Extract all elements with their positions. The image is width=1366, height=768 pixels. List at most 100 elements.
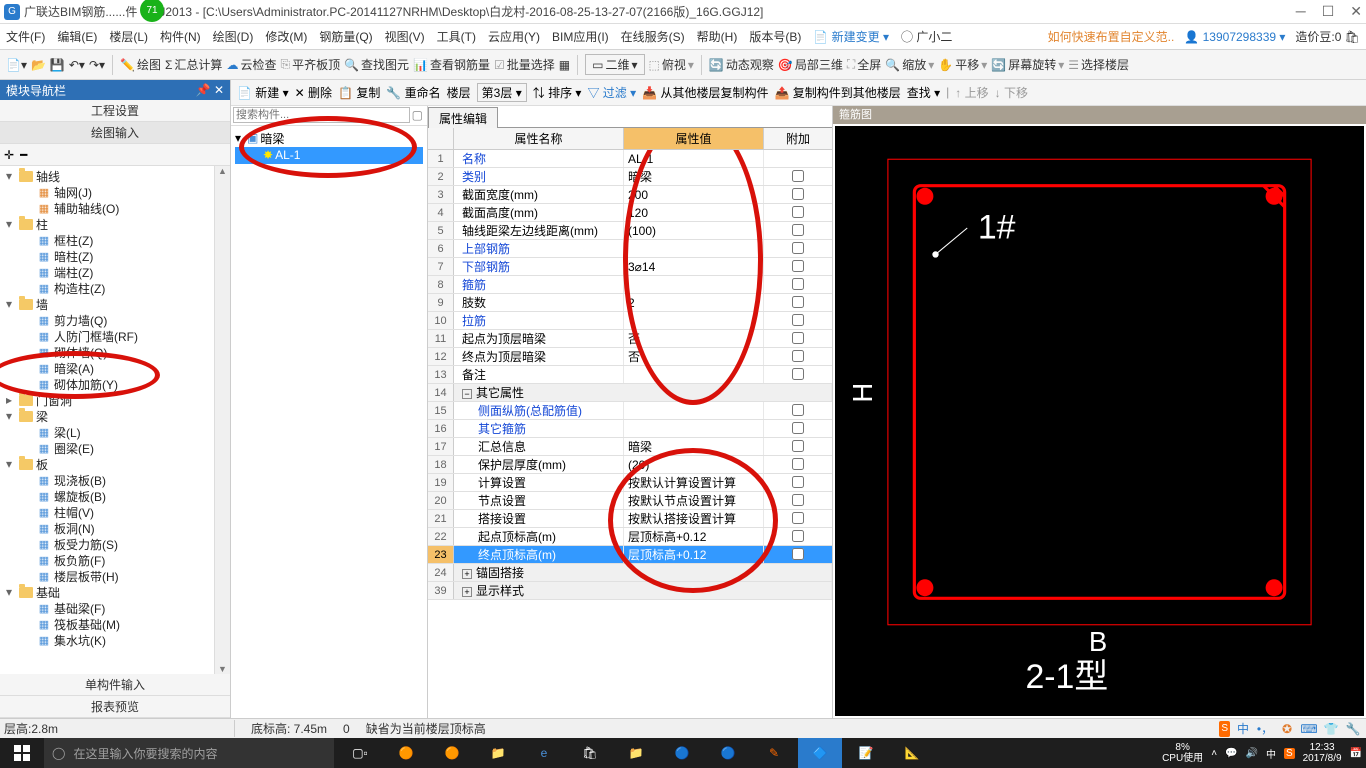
app-icon-edge[interactable]: e [522, 738, 566, 768]
tree-node[interactable]: ▦梁(L) [2, 424, 212, 440]
tree-node[interactable]: ▾梁 [2, 408, 212, 424]
tree-node[interactable]: ▦人防门框墙(RF) [2, 328, 212, 344]
cloud-check-button[interactable]: ☁ 云检查 [226, 56, 276, 73]
component-tree[interactable]: ▾轴线▦轴网(J)▦辅助轴线(O)▾柱▦框柱(Z)▦暗柱(Z)▦端柱(Z)▦构造… [0, 166, 214, 674]
tray-chevron-icon[interactable]: ˄ [1211, 748, 1217, 759]
tree-node[interactable]: ▦框柱(Z) [2, 232, 212, 248]
status-icon-2[interactable]: •， [1256, 721, 1274, 737]
tab-single-input[interactable]: 单构件输入 [0, 674, 230, 696]
tab-draw-input[interactable]: 绘图输入 [0, 122, 230, 144]
menu-floor[interactable]: 楼层(L) [109, 28, 148, 45]
tree-node[interactable]: ▦螺旋板(B) [2, 488, 212, 504]
prop-row[interactable]: 10拉筋 [428, 312, 832, 330]
search-clear-icon[interactable]: ▢ [410, 108, 425, 122]
tree-node[interactable]: ▦砌体墙(Q) [2, 344, 212, 360]
tree-node[interactable]: ▾柱 [2, 216, 212, 232]
status-icon-4[interactable]: ⌨ [1300, 721, 1318, 737]
app-icon-store[interactable]: 🛍 [568, 738, 612, 768]
app-icon-2[interactable]: 🟠 [430, 738, 474, 768]
tree-node[interactable]: ▦暗梁(A) [2, 360, 212, 376]
prop-row[interactable]: 1名称AL-1 [428, 150, 832, 168]
find-element-button[interactable]: 🔍 查找图元 [344, 56, 409, 73]
zoom-button[interactable]: 🔍 缩放 ▾ [885, 56, 934, 73]
prop-row[interactable]: 18保护层厚度(mm)(20) [428, 456, 832, 474]
close-button[interactable]: ✕ [1350, 3, 1362, 20]
prop-addon-checkbox[interactable] [792, 458, 804, 470]
2d-select[interactable]: ▭ 二维 ▾ [585, 54, 644, 75]
open-icon[interactable]: 📂 [31, 58, 46, 72]
tree-node[interactable]: ▦暗柱(Z) [2, 248, 212, 264]
floor-select[interactable]: 第3层 ▾ [477, 83, 527, 102]
prop-addon-checkbox[interactable] [792, 476, 804, 488]
collapse-icon[interactable]: ━ [20, 148, 27, 162]
prop-row[interactable]: 21搭接设置按默认搭接设置计算 [428, 510, 832, 528]
app-icon-explorer[interactable]: 📁 [614, 738, 658, 768]
tree-node[interactable]: ▦现浇板(B) [2, 472, 212, 488]
tree-node[interactable]: ▦圈梁(E) [2, 440, 212, 456]
new-file-icon[interactable]: 📄▾ [6, 58, 27, 72]
ime-indicator[interactable]: S [1219, 721, 1230, 737]
filter-button[interactable]: ▽ 过滤 ▾ [587, 84, 636, 101]
cpu-meter[interactable]: 8%CPU使用 [1162, 742, 1203, 764]
pan-button[interactable]: ✋ 平移 ▾ [938, 56, 987, 73]
top-view-button[interactable]: ⬚ 俯视 ▾ [649, 56, 694, 73]
find-button[interactable]: 查找 ▾ [907, 84, 940, 101]
app-icon-5[interactable]: 🔵 [660, 738, 704, 768]
prop-row[interactable]: 14−其它属性 [428, 384, 832, 402]
prop-addon-checkbox[interactable] [792, 512, 804, 524]
prop-row[interactable]: 17汇总信息暗梁 [428, 438, 832, 456]
prop-row[interactable]: 3截面宽度(mm)200 [428, 186, 832, 204]
tree-node[interactable]: ▦剪力墙(Q) [2, 312, 212, 328]
prop-addon-checkbox[interactable] [792, 494, 804, 506]
menu-draw[interactable]: 绘图(D) [213, 28, 254, 45]
prop-addon-checkbox[interactable] [792, 260, 804, 272]
tab-project-settings[interactable]: 工程设置 [0, 100, 230, 122]
preview-canvas[interactable]: 1# H B 2-1型 [835, 126, 1364, 716]
tree-scrollbar[interactable]: ▲▼ [214, 166, 230, 674]
prop-addon-checkbox[interactable] [792, 422, 804, 434]
new-button[interactable]: 📄 新建 ▾ [237, 84, 289, 101]
tray-action-icon[interactable]: 💬 [1225, 748, 1237, 759]
prop-row[interactable]: 11起点为顶层暗梁否 [428, 330, 832, 348]
app-icon-7[interactable]: ✎ [752, 738, 796, 768]
prop-row[interactable]: 24+锚固搭接 [428, 564, 832, 582]
tree-node[interactable]: ▦砌体加筋(Y) [2, 376, 212, 392]
app-icon-6[interactable]: 🔵 [706, 738, 750, 768]
prop-addon-checkbox[interactable] [792, 242, 804, 254]
prop-addon-checkbox[interactable] [792, 278, 804, 290]
status-icon-3[interactable]: ✪ [1278, 721, 1296, 737]
tree-node[interactable]: ▦轴网(J) [2, 184, 212, 200]
prop-row[interactable]: 8箍筋 [428, 276, 832, 294]
prop-addon-checkbox[interactable] [792, 332, 804, 344]
tab-report-preview[interactable]: 报表预览 [0, 696, 230, 718]
select-floor-button[interactable]: ☰ 选择楼层 [1068, 56, 1129, 73]
tree-node[interactable]: ▦端柱(Z) [2, 264, 212, 280]
tree-node[interactable]: ▦辅助轴线(O) [2, 200, 212, 216]
tree-node[interactable]: ▾墙 [2, 296, 212, 312]
prop-row[interactable]: 39+显示样式 [428, 582, 832, 600]
prop-addon-checkbox[interactable] [792, 170, 804, 182]
close-panel-icon[interactable]: ✕ [214, 83, 224, 97]
prop-row[interactable]: 16其它箍筋 [428, 420, 832, 438]
tree-node[interactable]: ▦板洞(N) [2, 520, 212, 536]
save-icon[interactable]: 💾 [50, 58, 65, 72]
tree-node[interactable]: ▦基础梁(F) [2, 600, 212, 616]
model-tree-root[interactable]: ▾▣暗梁 [235, 130, 423, 147]
app-icon-8[interactable]: 📝 [844, 738, 888, 768]
redo-icon[interactable]: ↷▾ [89, 58, 105, 72]
tree-node[interactable]: ▦板受力筋(S) [2, 536, 212, 552]
tree-node[interactable]: ▾轴线 [2, 168, 212, 184]
model-search-input[interactable] [233, 107, 410, 123]
menu-modify[interactable]: 修改(M) [265, 28, 307, 45]
prop-addon-checkbox[interactable] [792, 440, 804, 452]
view-rebar-button[interactable]: 📊 查看钢筋量 [413, 56, 490, 73]
prop-tab[interactable]: 属性编辑 [428, 107, 498, 129]
draw-button[interactable]: ✏️绘图 [120, 56, 161, 73]
prop-addon-checkbox[interactable] [792, 404, 804, 416]
tree-node[interactable]: ▦筏板基础(M) [2, 616, 212, 632]
menu-version[interactable]: 版本号(B) [749, 28, 801, 45]
prop-addon-checkbox[interactable] [792, 530, 804, 542]
copy-button[interactable]: 📋 复制 [338, 84, 380, 101]
tree-node[interactable]: ▦柱帽(V) [2, 504, 212, 520]
tip-link[interactable]: 如何快速布置自定义范.. [1048, 28, 1175, 45]
